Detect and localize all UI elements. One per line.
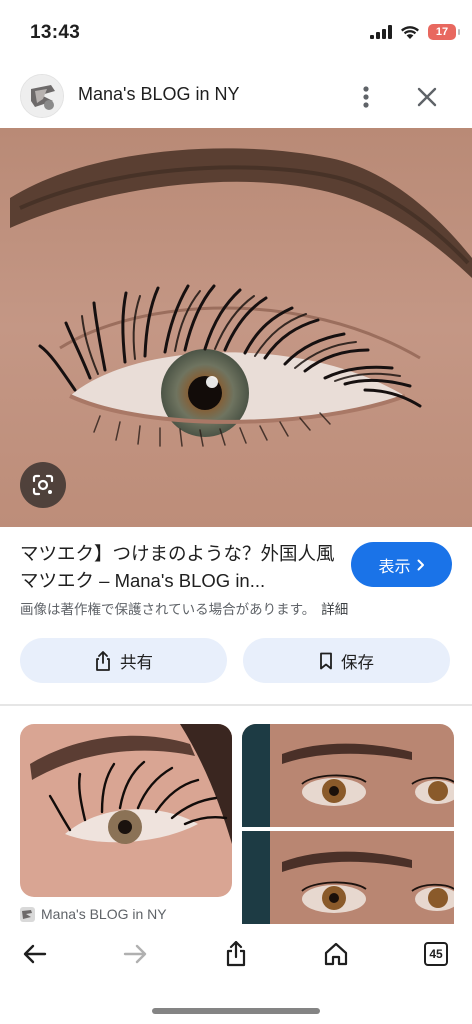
mini-avatar — [20, 906, 35, 922]
visit-button[interactable]: 表示 — [351, 542, 452, 587]
tabs-button[interactable]: 45 — [414, 934, 458, 974]
copyright-notice: 画像は著作権で保護されている場合があります。 詳細 — [20, 598, 348, 618]
save-label: 保存 — [341, 653, 374, 672]
chevron-right-icon — [417, 559, 424, 570]
divider — [0, 704, 472, 706]
share-icon — [96, 650, 110, 671]
share-icon — [226, 941, 246, 967]
bookmark-icon — [320, 652, 332, 669]
share-button[interactable]: 共有 — [20, 638, 227, 683]
lens-search-button[interactable] — [20, 462, 66, 508]
home-icon — [324, 942, 348, 966]
status-bar: 13:43 17 — [0, 0, 472, 66]
signal-icon — [370, 25, 392, 39]
share-page-button[interactable] — [214, 934, 258, 974]
related-photo-2 — [242, 724, 454, 934]
more-vert-icon — [363, 86, 369, 108]
related-image[interactable] — [20, 724, 232, 897]
home-button[interactable] — [314, 934, 358, 974]
save-button[interactable]: 保存 — [243, 638, 450, 683]
share-label: 共有 — [120, 653, 153, 672]
site-name[interactable]: Mana's BLOG in NY — [78, 84, 240, 105]
status-time: 13:43 — [30, 22, 81, 43]
back-button[interactable] — [13, 934, 57, 974]
bottom-toolbar: 45 — [0, 924, 472, 1024]
battery-icon: 17 — [428, 24, 460, 40]
lens-icon — [32, 474, 54, 496]
main-image[interactable] — [0, 128, 472, 527]
site-avatar[interactable] — [20, 74, 64, 118]
details-link[interactable]: 詳細 — [321, 602, 348, 617]
status-icons: 17 — [370, 24, 460, 40]
home-indicator — [152, 1008, 320, 1014]
back-icon — [23, 944, 47, 964]
related-caption: Mana's BLOG in NY — [20, 906, 167, 922]
copyright-text: 画像は著作権で保護されている場合があります。 — [20, 602, 316, 617]
related-photo-1 — [20, 724, 232, 897]
forward-button[interactable] — [113, 934, 157, 974]
close-icon — [417, 87, 437, 107]
viewer-header: Mana's BLOG in NY — [0, 66, 472, 128]
eyelash-photo — [0, 128, 472, 527]
avatar-image — [21, 75, 63, 117]
result-title[interactable]: マツエク】つけまのような？外国人風マツエク – Mana's BLOG in..… — [20, 540, 336, 594]
close-button[interactable] — [410, 80, 444, 114]
forward-icon — [123, 944, 147, 964]
more-options-button[interactable] — [352, 80, 380, 114]
wifi-icon — [401, 25, 419, 39]
related-source: Mana's BLOG in NY — [41, 906, 167, 922]
related-image[interactable] — [242, 724, 454, 934]
visit-label: 表示 — [378, 558, 411, 576]
tabs-icon: 45 — [424, 942, 448, 966]
